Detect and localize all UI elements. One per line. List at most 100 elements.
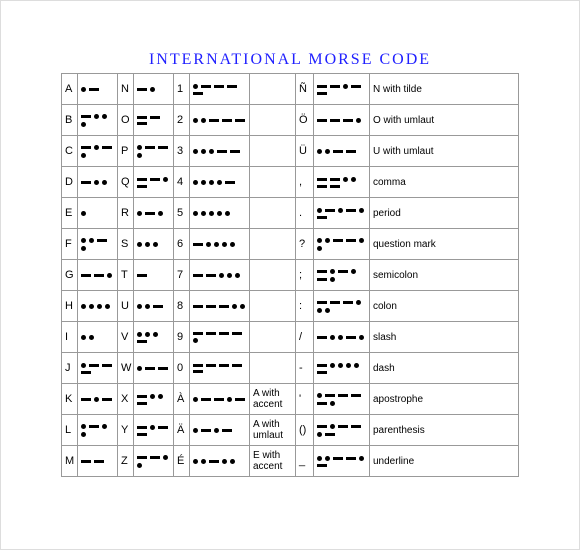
char-cell: 7	[174, 260, 190, 291]
morse-cell	[314, 198, 370, 229]
morse-cell	[314, 74, 370, 105]
char-cell: Ü	[296, 136, 314, 167]
morse-cell	[314, 353, 370, 384]
morse-cell	[134, 74, 174, 105]
char-cell: W	[118, 353, 134, 384]
desc-cell	[250, 136, 296, 167]
morse-cell	[78, 446, 118, 477]
morse-cell	[78, 353, 118, 384]
desc-cell: U with umlaut	[370, 136, 519, 167]
morse-table: AN1ÑN with tildeBO2ÖO with umlautCP3ÜU w…	[61, 73, 519, 477]
table-row: LYÄA with umlaut()parenthesis	[62, 415, 519, 446]
desc-cell: question mark	[370, 229, 519, 260]
morse-cell	[134, 260, 174, 291]
morse-cell	[190, 415, 250, 446]
desc-cell	[250, 105, 296, 136]
char-cell: :	[296, 291, 314, 322]
morse-cell	[190, 446, 250, 477]
page: INTERNATIONAL MORSE CODE AN1ÑN with tild…	[0, 0, 580, 550]
desc-cell	[250, 74, 296, 105]
char-cell: /	[296, 322, 314, 353]
morse-cell	[78, 291, 118, 322]
table-row: HU8:colon	[62, 291, 519, 322]
morse-cell	[78, 415, 118, 446]
char-cell: S	[118, 229, 134, 260]
desc-cell: A with accent	[250, 384, 296, 415]
char-cell: ,	[296, 167, 314, 198]
char-cell: Z	[118, 446, 134, 477]
table-row: BO2ÖO with umlaut	[62, 105, 519, 136]
morse-cell	[314, 136, 370, 167]
morse-cell	[190, 322, 250, 353]
desc-cell: dash	[370, 353, 519, 384]
table-row: MZÉE with accent_underline	[62, 446, 519, 477]
table-row: FS6?question mark	[62, 229, 519, 260]
desc-cell	[250, 322, 296, 353]
desc-cell	[250, 198, 296, 229]
char-cell: G	[62, 260, 78, 291]
char-cell: 2	[174, 105, 190, 136]
morse-cell	[134, 167, 174, 198]
morse-cell	[78, 322, 118, 353]
morse-cell	[134, 291, 174, 322]
char-cell: 9	[174, 322, 190, 353]
morse-cell	[78, 198, 118, 229]
morse-cell	[190, 353, 250, 384]
char-cell: _	[296, 446, 314, 477]
morse-cell	[134, 322, 174, 353]
morse-cell	[134, 353, 174, 384]
char-cell: E	[62, 198, 78, 229]
desc-cell	[250, 229, 296, 260]
char-cell: M	[62, 446, 78, 477]
char-cell: É	[174, 446, 190, 477]
morse-cell	[190, 229, 250, 260]
page-title: INTERNATIONAL MORSE CODE	[61, 51, 519, 69]
morse-cell	[190, 260, 250, 291]
desc-cell: comma	[370, 167, 519, 198]
morse-cell	[314, 415, 370, 446]
content-frame: INTERNATIONAL MORSE CODE AN1ÑN with tild…	[61, 51, 519, 477]
char-cell: J	[62, 353, 78, 384]
desc-cell: period	[370, 198, 519, 229]
morse-cell	[314, 384, 370, 415]
morse-cell	[134, 198, 174, 229]
morse-cell	[134, 446, 174, 477]
char-cell: '	[296, 384, 314, 415]
char-cell: U	[118, 291, 134, 322]
char-cell: C	[62, 136, 78, 167]
char-cell: 6	[174, 229, 190, 260]
morse-cell	[190, 384, 250, 415]
desc-cell	[250, 260, 296, 291]
morse-cell	[190, 198, 250, 229]
morse-cell	[134, 415, 174, 446]
morse-cell	[190, 136, 250, 167]
char-cell: ?	[296, 229, 314, 260]
morse-cell	[134, 105, 174, 136]
morse-cell	[190, 74, 250, 105]
table-row: AN1ÑN with tilde	[62, 74, 519, 105]
char-cell: H	[62, 291, 78, 322]
table-row: KXÀA with accent'apostrophe	[62, 384, 519, 415]
desc-cell	[250, 353, 296, 384]
desc-cell	[250, 167, 296, 198]
desc-cell: colon	[370, 291, 519, 322]
desc-cell: E with accent	[250, 446, 296, 477]
morse-cell	[78, 74, 118, 105]
desc-cell: slash	[370, 322, 519, 353]
char-cell: A	[62, 74, 78, 105]
char-cell: Ö	[296, 105, 314, 136]
char-cell: 0	[174, 353, 190, 384]
morse-cell	[78, 229, 118, 260]
char-cell: R	[118, 198, 134, 229]
morse-cell	[314, 291, 370, 322]
char-cell: L	[62, 415, 78, 446]
desc-cell: apostrophe	[370, 384, 519, 415]
morse-cell	[314, 446, 370, 477]
table-row: DQ4,comma	[62, 167, 519, 198]
char-cell: 3	[174, 136, 190, 167]
morse-cell	[190, 105, 250, 136]
desc-cell: O with umlaut	[370, 105, 519, 136]
char-cell: Q	[118, 167, 134, 198]
morse-cell	[314, 229, 370, 260]
morse-cell	[314, 260, 370, 291]
